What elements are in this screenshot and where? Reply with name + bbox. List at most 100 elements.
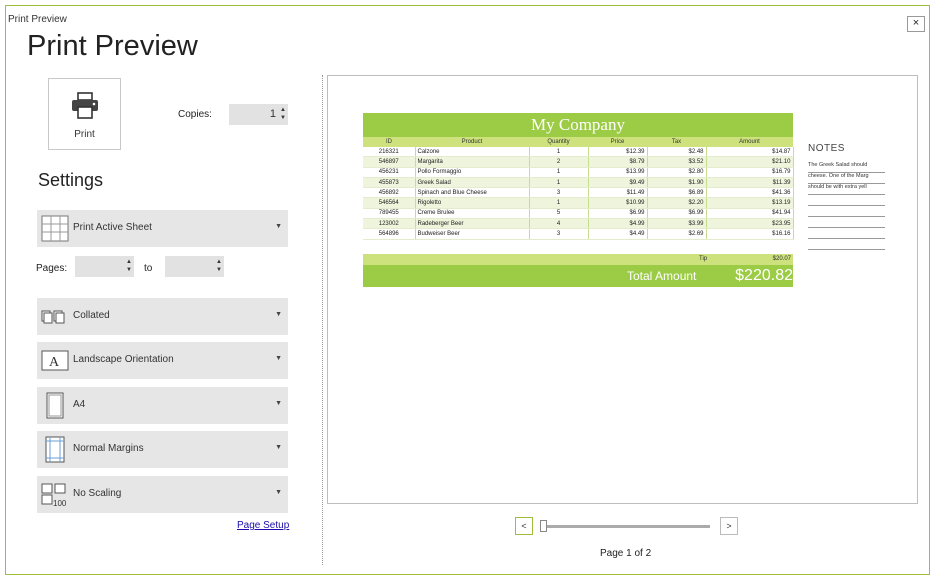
zoom-slider-thumb[interactable]	[540, 520, 548, 532]
chevron-down-icon: ▼	[275, 400, 282, 407]
column-header: Tax	[647, 137, 706, 147]
notes-line	[808, 217, 885, 228]
table-cell: 564896	[363, 228, 416, 240]
table-row: 216321 Calzone 1 $12.39 $2.48 $14.87	[363, 147, 794, 158]
total-value: $220.82	[735, 266, 793, 284]
table-cell: $4.49	[588, 228, 648, 240]
table-row: 564896 Budweiser Beer 3 $4.49 $2.69 $16.16	[363, 228, 794, 240]
notes-line	[808, 239, 885, 250]
preview-pane: My Company ID Product Quantity Price Tax…	[327, 75, 918, 504]
table-row: 546564 Rigoletto 1 $10.99 $2.20 $13.19	[363, 197, 794, 209]
notes-line: cheese. One of the Marg	[808, 173, 885, 184]
table-cell: 123002	[363, 218, 416, 230]
svg-text:100: 100	[53, 499, 67, 508]
table-cell: 546564	[363, 197, 416, 209]
notes-line: should be with extra yell	[808, 184, 885, 195]
paper-size-dropdown[interactable]: A4 ▼	[37, 387, 288, 424]
print-button[interactable]: Print	[48, 78, 121, 150]
chevron-down-icon: ▼	[275, 489, 282, 496]
table-cell: $11.49	[588, 187, 648, 199]
column-header: Price	[588, 137, 647, 147]
table-cell: 789455	[363, 208, 416, 220]
collation-label: Collated	[73, 310, 110, 321]
notes-title: NOTES	[808, 143, 845, 154]
next-page-button[interactable]: >	[720, 517, 738, 535]
table-cell: $6.89	[647, 187, 707, 199]
pages-to-label: to	[144, 263, 153, 274]
table-row: 456231 Pollo Formaggio 1 $13.99 $2.80 $16.79	[363, 167, 794, 178]
table-cell: $2.80	[647, 167, 707, 178]
table-cell: Margarita	[415, 156, 530, 168]
table-cell: Calzone	[415, 147, 530, 158]
table-cell: 216321	[363, 147, 416, 158]
chevron-down-icon: ▼	[275, 444, 282, 451]
table-cell: $3.52	[647, 156, 707, 168]
page-setup-link[interactable]: Page Setup	[237, 520, 289, 531]
print-what-dropdown[interactable]: Print Active Sheet ▼	[37, 210, 288, 247]
chevron-down-icon: ▼	[275, 311, 282, 318]
margins-dropdown[interactable]: Normal Margins ▼	[37, 431, 288, 468]
table-cell: 3	[529, 228, 589, 240]
company-title: My Company	[363, 113, 793, 137]
copies-stepper[interactable]: 1 ▲ ▼	[229, 104, 288, 125]
preview-sheet: My Company ID Product Quantity Price Tax…	[363, 113, 794, 287]
table-cell: 456231	[363, 167, 416, 178]
spin-arrows-icon[interactable]: ▲ ▼	[216, 258, 222, 274]
table-cell: Spinach and Blue Cheese	[415, 187, 530, 199]
column-header: Amount	[706, 137, 793, 147]
paper-page-icon	[46, 392, 64, 419]
table-cell: $11.39	[706, 177, 794, 189]
margins-label: Normal Margins	[73, 443, 144, 454]
table-cell: $41.36	[706, 187, 794, 199]
tip-row: Tip $20.07	[363, 253, 793, 265]
pages-to-input[interactable]: ▲ ▼	[165, 256, 224, 277]
table-cell: Radeberger Beer	[415, 218, 530, 230]
previous-page-button[interactable]: <	[515, 517, 533, 535]
table-cell: 546897	[363, 156, 416, 168]
scaling-dropdown[interactable]: 100 No Scaling ▼	[37, 476, 288, 513]
table-cell: 1	[529, 167, 589, 178]
table-cell: $13.99	[588, 167, 648, 178]
close-button[interactable]: ×	[907, 16, 925, 32]
collation-dropdown[interactable]: Collated ▼	[37, 298, 288, 335]
panel-divider	[322, 75, 323, 565]
table-cell: 1	[529, 147, 589, 158]
zoom-slider-track[interactable]	[542, 525, 710, 528]
table-cell: $41.94	[706, 208, 794, 220]
table-cell: $2.48	[647, 147, 707, 158]
scaling-label: No Scaling	[73, 488, 122, 499]
table-cell: $16.79	[706, 167, 794, 178]
table-cell: 456892	[363, 187, 416, 199]
table-cell: $4.99	[588, 218, 648, 230]
sheet-grid-icon	[41, 215, 69, 242]
notes-line: The Greek Salad should	[808, 162, 885, 173]
page-title: Print Preview	[27, 30, 198, 62]
total-row: Total Amount $220.82	[363, 264, 793, 287]
table-cell: $12.39	[588, 147, 648, 158]
notes-line	[808, 228, 885, 239]
table-cell: 3	[529, 187, 589, 199]
table-cell: $2.69	[647, 228, 707, 240]
table-cell: Creme Brulee	[415, 208, 530, 220]
chevron-down-icon: ▼	[275, 223, 282, 230]
pages-from-input[interactable]: ▲ ▼	[75, 256, 134, 277]
settings-heading: Settings	[38, 170, 104, 190]
copies-label: Copies:	[178, 109, 212, 120]
table-row: 456892 Spinach and Blue Cheese 3 $11.49 $6.8…	[363, 187, 794, 199]
printer-icon	[72, 92, 98, 119]
page-indicator: Page 1 of 2	[600, 548, 652, 559]
margins-icon	[45, 436, 65, 463]
table-row: 546897 Margarita 2 $8.79 $3.52 $21.10	[363, 156, 794, 168]
collated-pages-icon	[41, 310, 65, 324]
column-header: Quantity	[529, 137, 588, 147]
table-cell: 1	[529, 197, 589, 209]
total-label: Total Amount	[627, 268, 697, 283]
spin-arrows-icon[interactable]: ▲ ▼	[126, 258, 132, 274]
spin-arrows-icon[interactable]: ▲ ▼	[280, 106, 286, 122]
print-what-label: Print Active Sheet	[73, 222, 152, 233]
orientation-label: Landscape Orientation	[73, 354, 174, 365]
window-title: Print Preview	[8, 14, 67, 25]
print-button-label: Print	[74, 129, 95, 140]
orientation-dropdown[interactable]: A Landscape Orientation ▼	[37, 342, 288, 379]
table-cell: $14.87	[706, 147, 794, 158]
